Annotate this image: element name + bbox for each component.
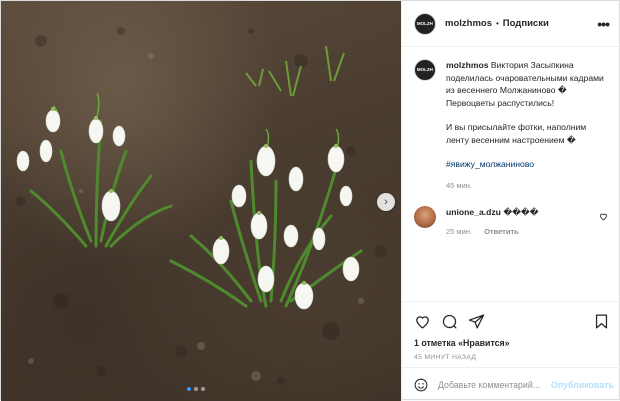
comment-text: ���� [503,207,539,217]
likes-count[interactable]: 1 отметка «Нравится» [414,338,610,348]
save-bookmark-icon[interactable] [593,313,610,330]
carousel-dots [187,387,205,391]
post-actions: 1 отметка «Нравится» 45 МИНУТ НАЗАД [402,301,620,361]
add-comment-bar: Опубликовать [402,367,620,401]
header-username[interactable]: molzhmos [445,18,492,29]
instagram-post: › MOLZH molzhmos • Подписки ••• MOLZH mo… [0,0,620,401]
post-caption: MOLZH molzhmos Виктория Засыпкина подели… [414,59,610,192]
header-separator: • [495,19,499,28]
hashtag-link[interactable]: #явижу_молжаниново [446,158,606,171]
post-timestamp: 45 МИНУТ НАЗАД [414,354,477,361]
comment-item: unione_a.dzu ���� 25 мин. Ответить [414,206,610,238]
caption-avatar[interactable]: MOLZH [414,59,436,81]
avatar-logo: MOLZH [416,20,434,27]
carousel-dot [201,387,205,391]
caption-text-2: И вы присылайте фотки, наполним ленту ве… [446,122,587,145]
add-comment-input[interactable] [438,379,551,390]
more-options-icon[interactable]: ••• [597,16,610,32]
comment-like-heart-icon[interactable] [599,212,608,223]
share-paper-plane-icon[interactable] [468,313,485,330]
comment-username[interactable]: unione_a.dzu [446,207,501,217]
emoji-smiley-icon[interactable] [414,378,428,392]
carousel-next-button[interactable]: › [377,193,395,211]
caption-username[interactable]: molzhmos [446,60,489,70]
likes-number: 1 отметка [414,338,456,348]
post-photo[interactable]: › [1,1,401,401]
comments-section: MOLZH molzhmos Виктория Засыпкина подели… [402,47,620,300]
post-side-panel: MOLZH molzhmos • Подписки ••• MOLZH molz… [401,1,620,401]
avatar[interactable]: MOLZH [414,12,436,35]
post-header: MOLZH molzhmos • Подписки ••• [402,1,620,47]
carousel-dot [187,387,191,391]
comment-time: 25 мин. [446,227,472,236]
like-heart-icon[interactable] [414,313,431,330]
carousel-dot [194,387,198,391]
caption-time: 45 мин. [446,180,472,190]
likes-label: «Нравится» [458,338,510,348]
publish-button[interactable]: Опубликовать [551,380,614,390]
following-button[interactable]: Подписки [503,18,549,29]
reply-button[interactable]: Ответить [484,227,519,236]
caption-paragraph-1: molzhmos Виктория Засыпкина поделилась о… [446,59,606,109]
snowdrops-image [16,27,387,385]
avatar-logo: MOLZH [416,67,434,73]
comment-bubble-icon[interactable] [441,313,458,330]
commenter-avatar[interactable] [414,206,436,228]
